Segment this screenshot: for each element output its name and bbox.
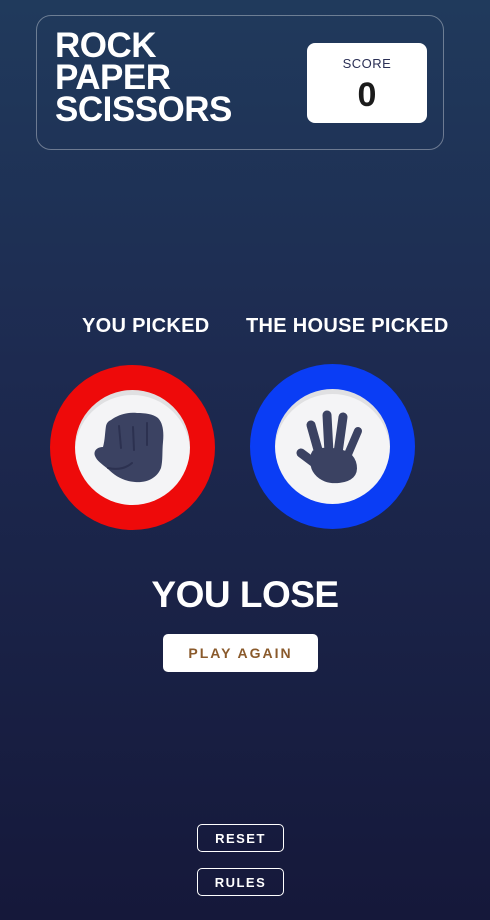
house-pick-label: THE HOUSE PICKED — [246, 315, 449, 337]
play-again-button[interactable]: PLAY AGAIN — [163, 634, 318, 672]
paper-token-face — [275, 389, 390, 504]
title-line-scissors: SCISSORS — [55, 90, 232, 129]
score-label: SCORE — [342, 56, 392, 71]
house-pick-paper-token — [250, 364, 415, 529]
score-header: ROCK PAPER SCISSORS SCORE 0 — [36, 15, 444, 150]
rules-button[interactable]: RULES — [197, 868, 284, 896]
reset-button[interactable]: RESET — [197, 824, 284, 852]
paper-hand-icon — [296, 410, 362, 484]
rock-fist-icon — [94, 412, 164, 483]
result-message: YOU LOSE — [151, 574, 339, 615]
player-pick-rock-token — [50, 365, 215, 530]
game-title: ROCK PAPER SCISSORS — [55, 28, 232, 129]
score-box: SCORE 0 — [307, 43, 427, 123]
player-pick-label: YOU PICKED — [82, 315, 210, 337]
score-value: 0 — [357, 76, 377, 114]
rock-token-face — [75, 390, 190, 505]
